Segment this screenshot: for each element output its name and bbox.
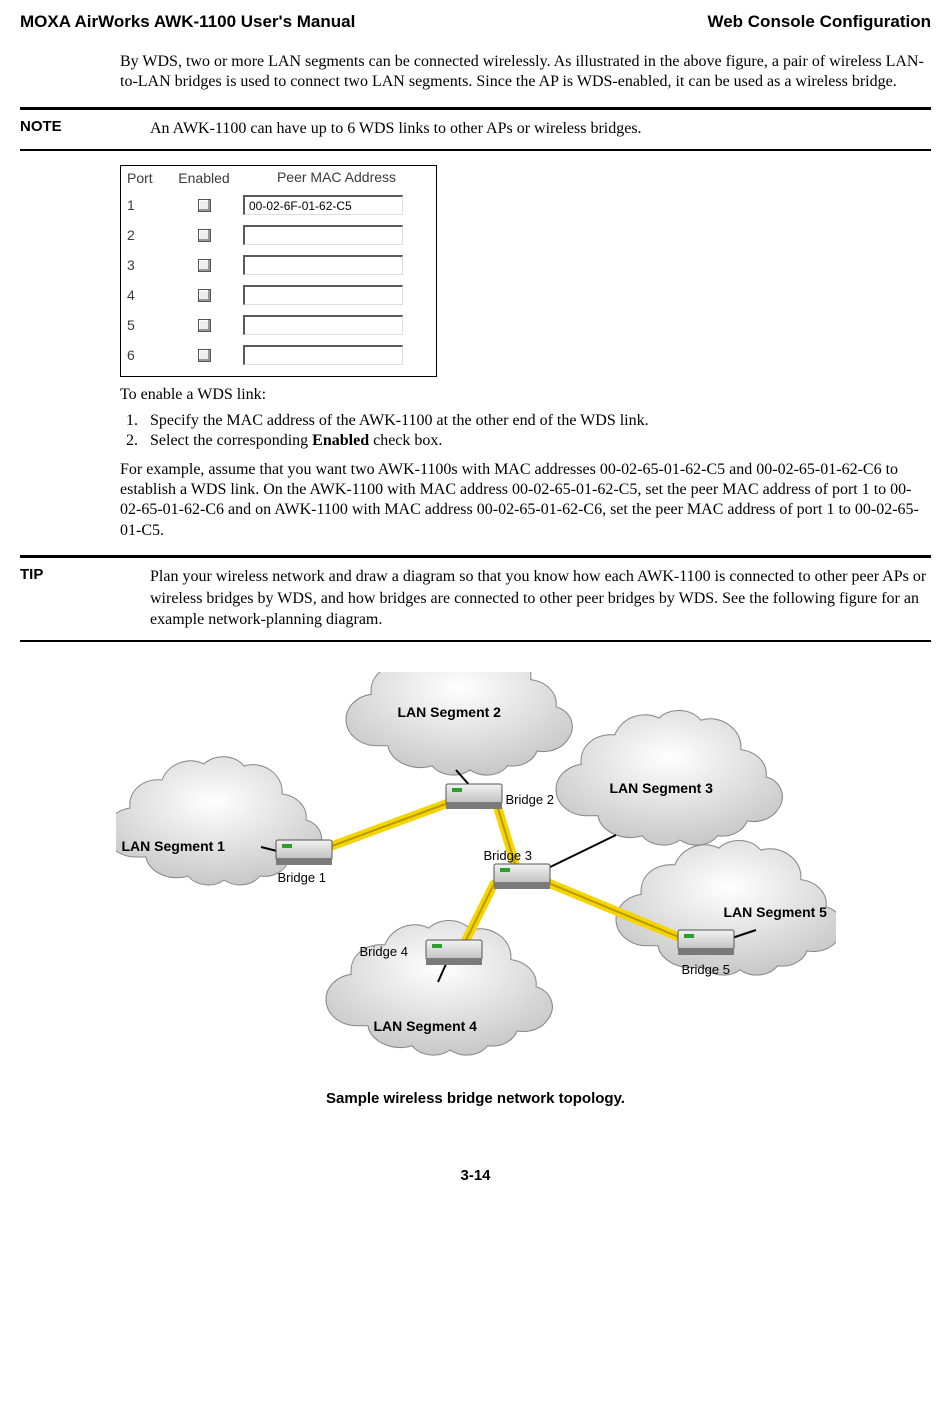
port-row-number: 2 xyxy=(127,227,165,243)
tip-text: Plan your wireless network and draw a di… xyxy=(150,566,931,629)
port-enabled-checkbox[interactable] xyxy=(198,229,211,242)
figure-caption: Sample wireless bridge network topology. xyxy=(20,1090,931,1107)
note-bottom-rule xyxy=(20,149,931,151)
label-bridge-1: Bridge 1 xyxy=(278,870,326,885)
label-lan-seg-2: LAN Segment 2 xyxy=(398,704,501,720)
port-enabled-checkbox[interactable] xyxy=(198,289,211,302)
page-number: 3-14 xyxy=(20,1167,931,1184)
header-left: MOXA AirWorks AWK-1100 User's Manual xyxy=(20,12,355,32)
label-lan-seg-1: LAN Segment 1 xyxy=(122,838,225,854)
step-2: Select the corresponding Enabled check b… xyxy=(142,432,925,450)
port-row: 2 xyxy=(127,220,430,250)
label-lan-seg-5: LAN Segment 5 xyxy=(724,904,827,920)
label-bridge-2: Bridge 2 xyxy=(506,792,554,807)
tip-bottom-rule xyxy=(20,640,931,642)
label-bridge-3: Bridge 3 xyxy=(484,848,532,863)
label-lan-seg-3: LAN Segment 3 xyxy=(610,780,713,796)
peer-mac-input[interactable] xyxy=(243,345,403,365)
label-bridge-4: Bridge 4 xyxy=(360,944,408,959)
label-lan-seg-4: LAN Segment 4 xyxy=(374,1018,477,1034)
intro-paragraph: By WDS, two or more LAN segments can be … xyxy=(120,52,925,93)
port-table-figure: Port Enabled Peer MAC Address 1 2 3 4 xyxy=(120,165,437,377)
port-table-col-enabled: Enabled xyxy=(165,170,243,186)
port-enabled-checkbox[interactable] xyxy=(198,349,211,362)
step-2-pre: Select the corresponding xyxy=(150,432,312,449)
port-enabled-checkbox[interactable] xyxy=(198,259,211,272)
tip-top-rule xyxy=(20,555,931,558)
example-paragraph: For example, assume that you want two AW… xyxy=(120,460,925,542)
port-row-number: 3 xyxy=(127,257,165,273)
header-right: Web Console Configuration xyxy=(707,12,931,32)
port-row: 1 xyxy=(127,190,430,220)
step-2-post: check box. xyxy=(369,432,442,449)
topology-diagram: LAN Segment 1 LAN Segment 2 LAN Segment … xyxy=(116,672,836,1062)
note-text: An AWK-1100 can have up to 6 WDS links t… xyxy=(150,118,931,139)
port-enabled-checkbox[interactable] xyxy=(198,319,211,332)
port-row: 3 xyxy=(127,250,430,280)
step-2-bold: Enabled xyxy=(312,432,369,449)
port-row-number: 1 xyxy=(127,197,165,213)
port-row-number: 5 xyxy=(127,317,165,333)
note-top-rule xyxy=(20,107,931,110)
port-row: 4 xyxy=(127,280,430,310)
peer-mac-input[interactable] xyxy=(243,315,403,335)
port-row-number: 4 xyxy=(127,287,165,303)
peer-mac-input[interactable] xyxy=(243,195,403,215)
tip-label: TIP xyxy=(20,566,43,583)
enable-intro: To enable a WDS link: xyxy=(120,385,925,405)
port-row-number: 6 xyxy=(127,347,165,363)
peer-mac-input[interactable] xyxy=(243,225,403,245)
port-row: 6 xyxy=(127,340,430,370)
label-bridge-5: Bridge 5 xyxy=(682,962,730,977)
peer-mac-input[interactable] xyxy=(243,255,403,275)
peer-mac-input[interactable] xyxy=(243,285,403,305)
port-table-col-port: Port xyxy=(127,170,165,186)
port-enabled-checkbox[interactable] xyxy=(198,199,211,212)
step-1: Specify the MAC address of the AWK-1100 … xyxy=(142,412,925,430)
note-label: NOTE xyxy=(20,118,62,135)
port-row: 5 xyxy=(127,310,430,340)
port-table-col-mac: Peer MAC Address xyxy=(243,170,430,185)
